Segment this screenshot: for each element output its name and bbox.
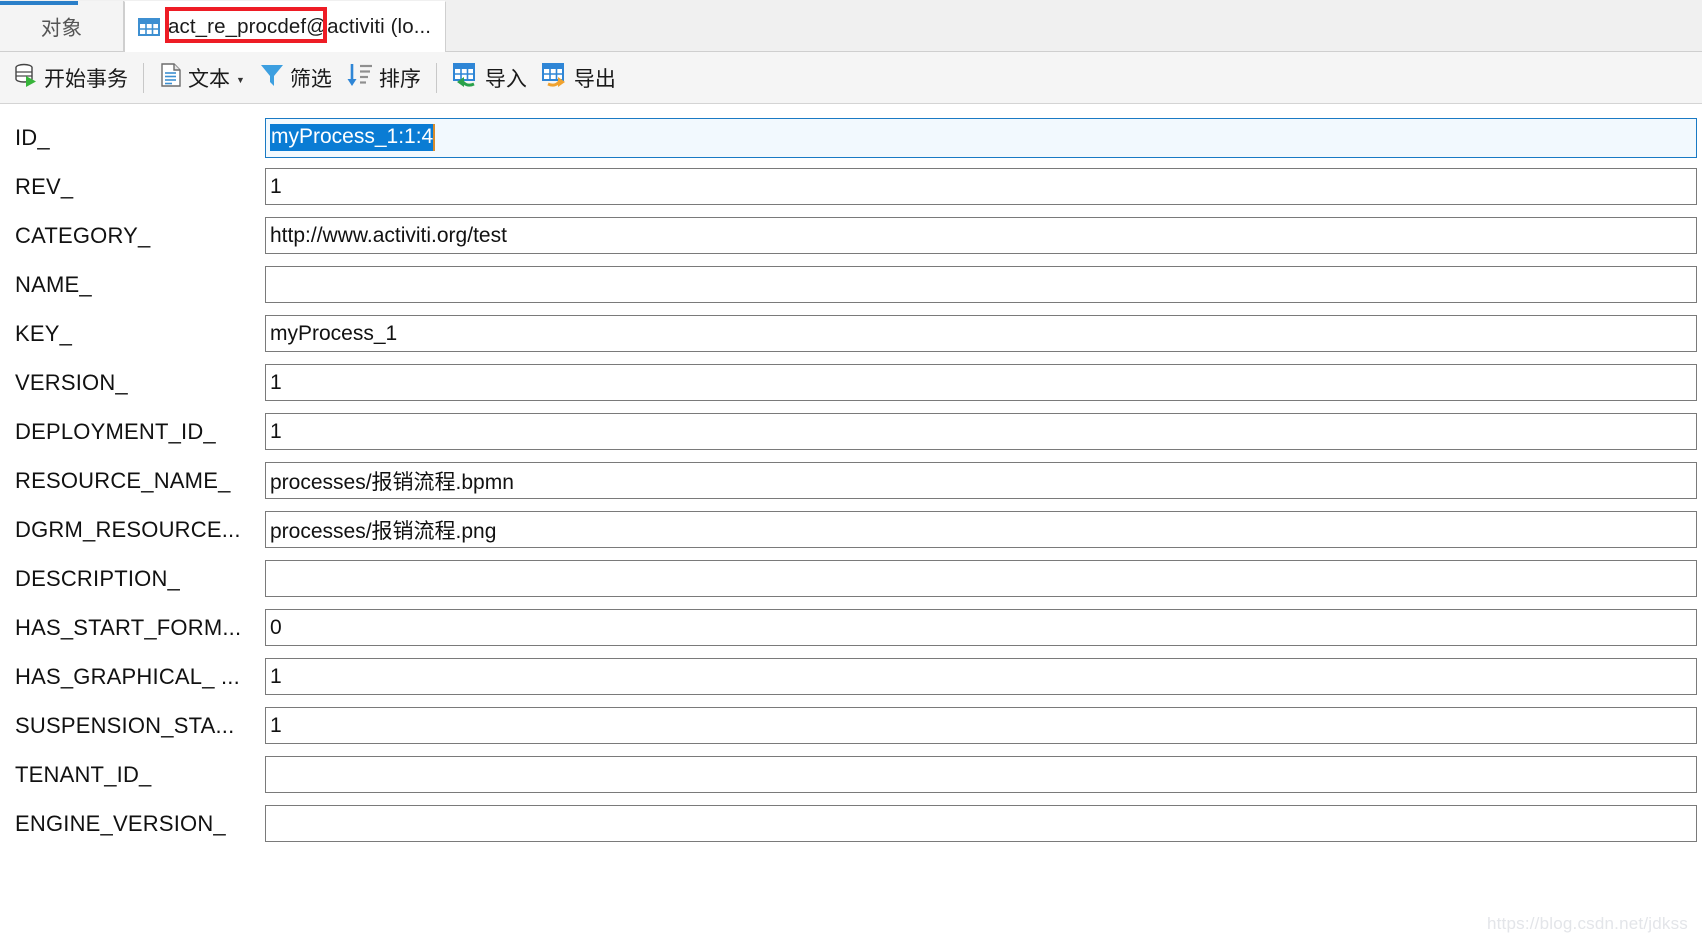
field-label: CATEGORY_ bbox=[15, 222, 151, 248]
field-value: http://www.activiti.org/test bbox=[270, 223, 507, 247]
field-input[interactable]: 1 bbox=[265, 168, 1697, 205]
begin-transaction-label: 开始事务 bbox=[44, 67, 128, 91]
field-input[interactable]: 1 bbox=[265, 364, 1697, 401]
field-input[interactable]: 1 bbox=[265, 413, 1697, 450]
active-accent-bar bbox=[0, 1, 78, 5]
field-value: 1 bbox=[270, 174, 282, 198]
tab-act-re-procdef[interactable]: act_re_procdef @activiti (lo... bbox=[124, 1, 447, 52]
field-label: KEY_ bbox=[15, 320, 73, 346]
form-row: HAS_START_FORM... 0 bbox=[0, 603, 1702, 652]
form-row: DEPLOYMENT_ID_ 1 bbox=[0, 407, 1702, 456]
filter-label: 筛选 bbox=[289, 67, 332, 91]
tab-objects-label: 对象 bbox=[40, 17, 83, 40]
form-row: TENANT_ID_ bbox=[0, 750, 1702, 799]
filter-button[interactable]: 筛选 bbox=[252, 58, 339, 98]
field-value: 1 bbox=[270, 370, 282, 394]
watermark: https://blog.csdn.net/jdkss bbox=[1486, 914, 1688, 933]
field-value: 1 bbox=[270, 664, 282, 688]
field-input[interactable] bbox=[265, 805, 1697, 842]
field-value: 1 bbox=[270, 713, 282, 737]
import-label: 导入 bbox=[484, 67, 527, 91]
sort-descending-icon bbox=[346, 62, 374, 93]
text-document-icon bbox=[159, 62, 183, 93]
field-input[interactable] bbox=[265, 756, 1697, 793]
field-label: TENANT_ID_ bbox=[15, 761, 152, 787]
field-value-selected: myProcess_1:1:4 bbox=[270, 124, 436, 151]
field-input[interactable]: myProcess_1:1:4 bbox=[265, 117, 1697, 158]
field-value: processes/报销流程.bpmn bbox=[270, 470, 514, 494]
toolbar-separator-2 bbox=[435, 62, 437, 93]
toolbar: 开始事务 文本 ▼ 筛选 排序 导入 导出 bbox=[0, 52, 1702, 104]
field-label: ID_ bbox=[15, 124, 50, 150]
field-label: HAS_GRAPHICAL_ ... bbox=[15, 663, 240, 689]
field-label: DESCRIPTION_ bbox=[15, 565, 180, 591]
field-label: NAME_ bbox=[15, 271, 92, 297]
field-label: SUSPENSION_STA... bbox=[15, 712, 235, 738]
field-value: processes/报销流程.png bbox=[270, 519, 497, 543]
table-icon bbox=[137, 15, 161, 39]
field-label: DGRM_RESOURCE... bbox=[15, 516, 241, 542]
form-row: SUSPENSION_STA... 1 bbox=[0, 701, 1702, 750]
field-input[interactable]: myProcess_1 bbox=[265, 315, 1697, 352]
sort-label: 排序 bbox=[378, 67, 421, 91]
import-button[interactable]: 导入 bbox=[445, 58, 534, 98]
sort-button[interactable]: 排序 bbox=[339, 58, 428, 98]
toolbar-separator-1 bbox=[143, 62, 144, 93]
field-label: REV_ bbox=[15, 173, 74, 199]
export-icon bbox=[541, 62, 569, 93]
form-row: RESOURCE_NAME_ processes/报销流程.bpmn bbox=[0, 456, 1702, 505]
record-detail-form: ID_ myProcess_1:1:4 REV_ 1 CATEGORY_ http://w… bbox=[0, 104, 1702, 848]
chevron-down-icon[interactable]: ▼ bbox=[236, 76, 245, 85]
begin-transaction-icon bbox=[13, 62, 39, 93]
form-row: ENGINE_VERSION_ bbox=[0, 799, 1702, 848]
text-label: 文本 bbox=[188, 67, 230, 91]
begin-transaction-button[interactable]: 开始事务 bbox=[6, 58, 135, 98]
field-input[interactable]: 0 bbox=[265, 609, 1697, 646]
field-label: HAS_START_FORM... bbox=[15, 614, 242, 640]
tab-table-name: act_re_procdef bbox=[168, 15, 307, 38]
field-value: 0 bbox=[270, 615, 282, 639]
import-icon bbox=[452, 62, 480, 93]
export-label: 导出 bbox=[573, 67, 616, 91]
field-label: DEPLOYMENT_ID_ bbox=[15, 418, 216, 444]
field-input[interactable] bbox=[265, 266, 1697, 303]
form-row: DGRM_RESOURCE... processes/报销流程.png bbox=[0, 505, 1702, 554]
form-row: ID_ myProcess_1:1:4 bbox=[0, 113, 1702, 162]
tab-connection-label: @activiti (lo... bbox=[306, 15, 432, 38]
field-input[interactable]: 1 bbox=[265, 707, 1697, 744]
field-input[interactable]: 1 bbox=[265, 658, 1697, 695]
field-input[interactable]: processes/报销流程.bpmn bbox=[265, 462, 1697, 499]
form-row: HAS_GRAPHICAL_ ... 1 bbox=[0, 652, 1702, 701]
form-row: DESCRIPTION_ bbox=[0, 554, 1702, 603]
export-button[interactable]: 导出 bbox=[534, 58, 623, 98]
field-label: VERSION_ bbox=[15, 369, 128, 395]
form-row: CATEGORY_ http://www.activiti.org/test bbox=[0, 211, 1702, 260]
form-row: KEY_ myProcess_1 bbox=[0, 309, 1702, 358]
filter-funnel-icon bbox=[259, 62, 285, 93]
field-input[interactable]: processes/报销流程.png bbox=[265, 511, 1697, 548]
field-label: RESOURCE_NAME_ bbox=[15, 467, 231, 493]
tab-objects[interactable]: 对象 bbox=[0, 1, 124, 51]
tab-strip: 对象 act_re_procdef @activiti (lo... bbox=[0, 0, 1702, 52]
field-label: ENGINE_VERSION_ bbox=[15, 810, 226, 836]
form-row: NAME_ bbox=[0, 260, 1702, 309]
field-value: myProcess_1 bbox=[270, 321, 398, 345]
field-value: 1 bbox=[270, 419, 282, 443]
form-row: REV_ 1 bbox=[0, 162, 1702, 211]
field-input[interactable]: http://www.activiti.org/test bbox=[265, 217, 1697, 254]
form-row: VERSION_ 1 bbox=[0, 358, 1702, 407]
text-button[interactable]: 文本 ▼ bbox=[152, 58, 252, 98]
field-input[interactable] bbox=[265, 560, 1697, 597]
